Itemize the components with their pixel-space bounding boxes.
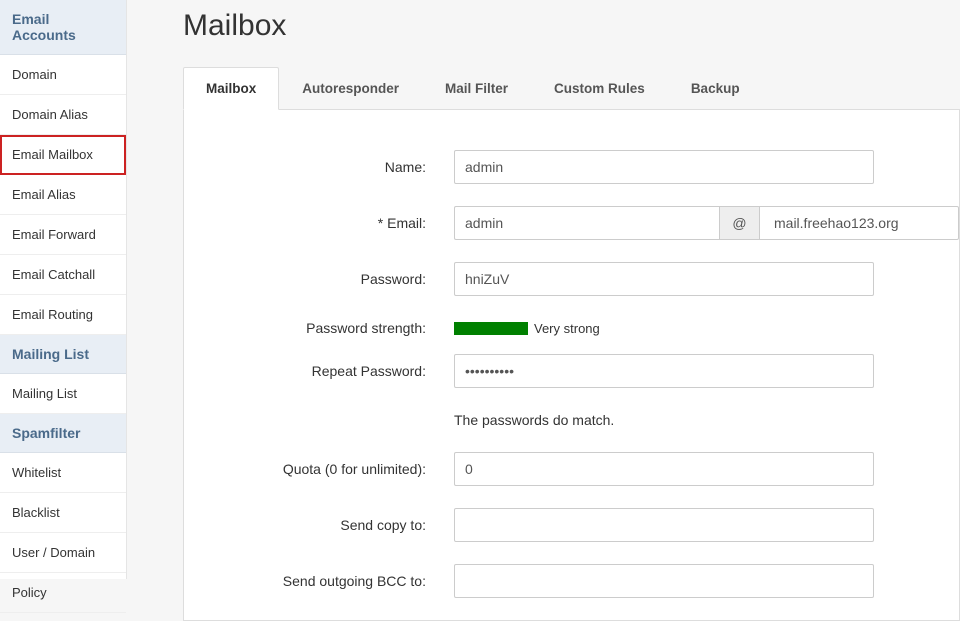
name-input[interactable] xyxy=(454,150,874,184)
sidebar-item-email-catchall[interactable]: Email Catchall xyxy=(0,255,126,295)
sidebar-item-policy[interactable]: Policy xyxy=(0,573,126,613)
strength-bar xyxy=(454,322,528,335)
sidebar-item-whitelist[interactable]: Whitelist xyxy=(0,453,126,493)
send-copy-label: Send copy to: xyxy=(184,517,454,533)
tab-mailbox[interactable]: Mailbox xyxy=(183,67,279,110)
sidebar-item-email-alias[interactable]: Email Alias xyxy=(0,175,126,215)
sidebar-item-blacklist[interactable]: Blacklist xyxy=(0,493,126,533)
tab-backup[interactable]: Backup xyxy=(668,67,763,109)
sidebar-group-mailing-list: Mailing List xyxy=(0,335,126,374)
tab-custom-rules[interactable]: Custom Rules xyxy=(531,67,668,109)
sidebar-item-user-domain[interactable]: User / Domain xyxy=(0,533,126,573)
name-label: Name: xyxy=(184,159,454,175)
tab-autoresponder[interactable]: Autoresponder xyxy=(279,67,422,109)
strength-text: Very strong xyxy=(534,321,600,336)
sidebar-item-email-routing[interactable]: Email Routing xyxy=(0,295,126,335)
quota-label: Quota (0 for unlimited): xyxy=(184,461,454,477)
sidebar-group-email-accounts: Email Accounts xyxy=(0,0,126,55)
sidebar-item-domain-alias[interactable]: Domain Alias xyxy=(0,95,126,135)
repeat-password-input[interactable] xyxy=(454,354,874,388)
email-label: * Email: xyxy=(184,215,454,231)
password-input[interactable] xyxy=(454,262,874,296)
repeat-password-label: Repeat Password: xyxy=(184,363,454,379)
tab-mail-filter[interactable]: Mail Filter xyxy=(422,67,531,109)
bcc-label: Send outgoing BCC to: xyxy=(184,573,454,589)
email-domain-display[interactable]: mail.freehao123.org xyxy=(759,206,959,240)
strength-label: Password strength: xyxy=(184,320,454,336)
sidebar-item-email-forward[interactable]: Email Forward xyxy=(0,215,126,255)
sidebar: Email Accounts Domain Domain Alias Email… xyxy=(0,0,127,579)
password-label: Password: xyxy=(184,271,454,287)
sidebar-item-email-mailbox[interactable]: Email Mailbox xyxy=(0,135,126,175)
tabs: Mailbox Autoresponder Mail Filter Custom… xyxy=(183,67,960,110)
sidebar-item-mailing-list[interactable]: Mailing List xyxy=(0,374,126,414)
quota-input[interactable] xyxy=(454,452,874,486)
bcc-input[interactable] xyxy=(454,564,874,598)
page-title: Mailbox xyxy=(183,0,960,67)
email-local-input[interactable] xyxy=(454,206,719,240)
send-copy-input[interactable] xyxy=(454,508,874,542)
password-match-text: The passwords do match. xyxy=(454,412,614,428)
sidebar-group-spamfilter: Spamfilter xyxy=(0,414,126,453)
sidebar-item-domain[interactable]: Domain xyxy=(0,55,126,95)
form-panel: Name: * Email: @ mail.freehao123.org Pas… xyxy=(183,110,960,621)
main-content: Mailbox Mailbox Autoresponder Mail Filte… xyxy=(127,0,960,579)
email-at-label: @ xyxy=(719,206,759,240)
